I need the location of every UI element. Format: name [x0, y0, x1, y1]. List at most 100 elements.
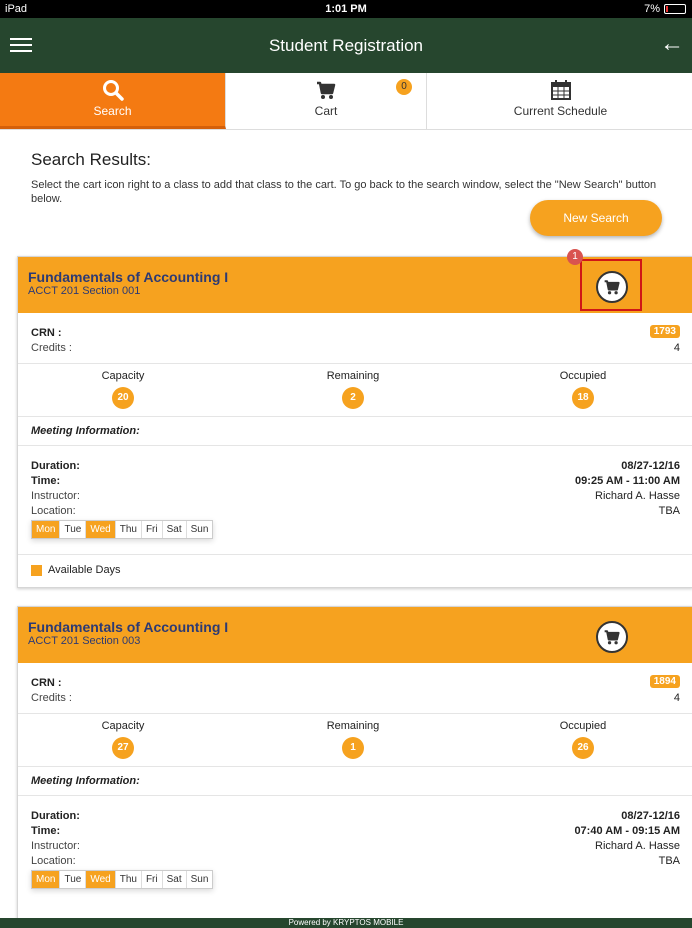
crn-value: 1793 [649, 325, 680, 338]
app-header: Student Registration ← [0, 18, 692, 73]
credits-label: Credits : [31, 692, 72, 704]
cart-count-badge: 0 [396, 79, 412, 95]
meeting-info-row: Meeting Information: [18, 417, 692, 446]
tab-current-schedule-label: Current Schedule [513, 104, 608, 118]
capacity-value: 20 [112, 387, 134, 409]
day-fri[interactable]: Fri [141, 521, 163, 538]
day-thu[interactable]: Thu [115, 521, 142, 538]
instructor-label: Instructor: [31, 490, 80, 502]
capacity-stat: Capacity 20 [63, 370, 183, 409]
duration-value: 08/27-12/16 [621, 460, 680, 472]
legend-row: Available Days [18, 554, 692, 587]
time-value: 09:25 AM - 11:00 AM [575, 475, 680, 487]
location-value: TBA [658, 505, 680, 517]
day-thu[interactable]: Thu [115, 871, 142, 888]
tab-search-label: Search [93, 104, 132, 118]
time-value: 07:40 AM - 09:15 AM [574, 825, 680, 837]
search-results-heading: Search Results: [31, 150, 151, 169]
course-card-header: Fundamentals of Accounting I ACCT 201 Se… [18, 249, 692, 313]
weekday-selector: Mon Tue Wed Thu Fri Sat Sun [31, 520, 214, 539]
location-label: Location: [31, 505, 76, 517]
remaining-value: 1 [342, 737, 364, 759]
location-label: Location: [31, 855, 76, 867]
occupied-stat: Occupied 26 [523, 720, 643, 759]
day-sat[interactable]: Sat [162, 521, 187, 538]
duration-value: 08/27-12/16 [621, 810, 680, 822]
battery-icon [664, 4, 686, 14]
day-mon[interactable]: Mon [32, 521, 61, 538]
cart-icon [604, 280, 620, 295]
day-sun[interactable]: Sun [186, 521, 213, 538]
day-wed[interactable]: Wed [86, 871, 116, 888]
tab-search[interactable]: Search [0, 73, 226, 129]
remaining-stat: Remaining 2 [293, 370, 413, 409]
crn-label: CRN : [31, 327, 62, 339]
calendar-icon [550, 80, 571, 100]
cart-icon [317, 81, 336, 99]
available-days-label: Available Days [48, 564, 121, 576]
enrollment-stats-row: Capacity 20 Remaining 2 Occupied 18 [18, 364, 692, 417]
remaining-label: Remaining [326, 720, 380, 732]
remaining-label: Remaining [326, 370, 380, 382]
remaining-value: 2 [342, 387, 364, 409]
day-wed[interactable]: Wed [86, 521, 116, 538]
tab-cart[interactable]: Cart 0 [226, 73, 427, 129]
remaining-stat: Remaining 1 [293, 720, 413, 759]
instructor-label: Instructor: [31, 840, 80, 852]
step-badge: 1 [567, 249, 583, 265]
course-card: Fundamentals of Accounting I ACCT 201 Se… [17, 606, 692, 928]
back-arrow-icon[interactable]: ← [660, 30, 684, 58]
crn-row: CRN : Credits : 1894 4 [18, 663, 692, 714]
occupied-value: 26 [572, 737, 594, 759]
crn-row: CRN : Credits : 1793 4 [18, 313, 692, 364]
instructor-value: Richard A. Hasse [595, 490, 680, 502]
course-section: ACCT 201 Section 003 [28, 635, 141, 647]
course-section: ACCT 201 Section 001 [28, 285, 141, 297]
time-label: Time: [31, 825, 61, 837]
footer: Powered by KRYPTOS MOBILE [0, 918, 692, 928]
new-search-button[interactable]: New Search [530, 200, 662, 236]
battery-indicator: 7% [644, 3, 686, 15]
page-title: Student Registration [268, 36, 424, 55]
capacity-value: 27 [112, 737, 134, 759]
status-bar: iPad 1:01 PM 7% [0, 0, 692, 18]
legend-swatch [31, 565, 42, 576]
day-tue[interactable]: Tue [60, 521, 87, 538]
tab-cart-label: Cart [314, 104, 338, 118]
clock: 1:01 PM [325, 3, 367, 15]
capacity-label: Capacity [101, 720, 145, 732]
course-card-header: Fundamentals of Accounting I ACCT 201 Se… [18, 607, 692, 663]
day-sun[interactable]: Sun [186, 871, 213, 888]
time-label: Time: [31, 475, 61, 487]
course-title: Fundamentals of Accounting I [28, 269, 229, 285]
crn-value: 1894 [649, 675, 680, 688]
search-icon [102, 80, 124, 101]
crn-label: CRN : [31, 677, 62, 689]
meeting-info-row: Meeting Information: [18, 767, 692, 796]
add-to-cart-button[interactable] [596, 271, 628, 303]
add-to-cart-button[interactable] [596, 621, 628, 653]
location-value: TBA [658, 855, 680, 867]
meeting-info-label: Meeting Information: [31, 425, 140, 437]
day-tue[interactable]: Tue [60, 871, 87, 888]
battery-percent: 7% [644, 3, 660, 15]
day-sat[interactable]: Sat [162, 871, 187, 888]
course-title: Fundamentals of Accounting I [28, 619, 229, 635]
meeting-details: Duration: Time: Instructor: Location: 08… [18, 796, 692, 904]
occupied-stat: Occupied 18 [523, 370, 643, 409]
instructor-value: Richard A. Hasse [595, 840, 680, 852]
meeting-info-label: Meeting Information: [31, 775, 140, 787]
duration-label: Duration: [31, 810, 80, 822]
course-card: Fundamentals of Accounting I ACCT 201 Se… [17, 249, 692, 588]
cart-icon [604, 630, 620, 645]
meeting-details: Duration: Time: Instructor: Location: 08… [18, 446, 692, 554]
day-fri[interactable]: Fri [141, 871, 163, 888]
tab-current-schedule[interactable]: Current Schedule [427, 73, 692, 129]
credits-value: 4 [673, 692, 680, 704]
occupied-label: Occupied [559, 720, 607, 732]
occupied-label: Occupied [559, 370, 607, 382]
credits-label: Credits : [31, 342, 72, 354]
capacity-label: Capacity [101, 370, 145, 382]
day-mon[interactable]: Mon [32, 871, 61, 888]
tab-bar: Search Cart 0 Current Schedule [0, 73, 692, 130]
